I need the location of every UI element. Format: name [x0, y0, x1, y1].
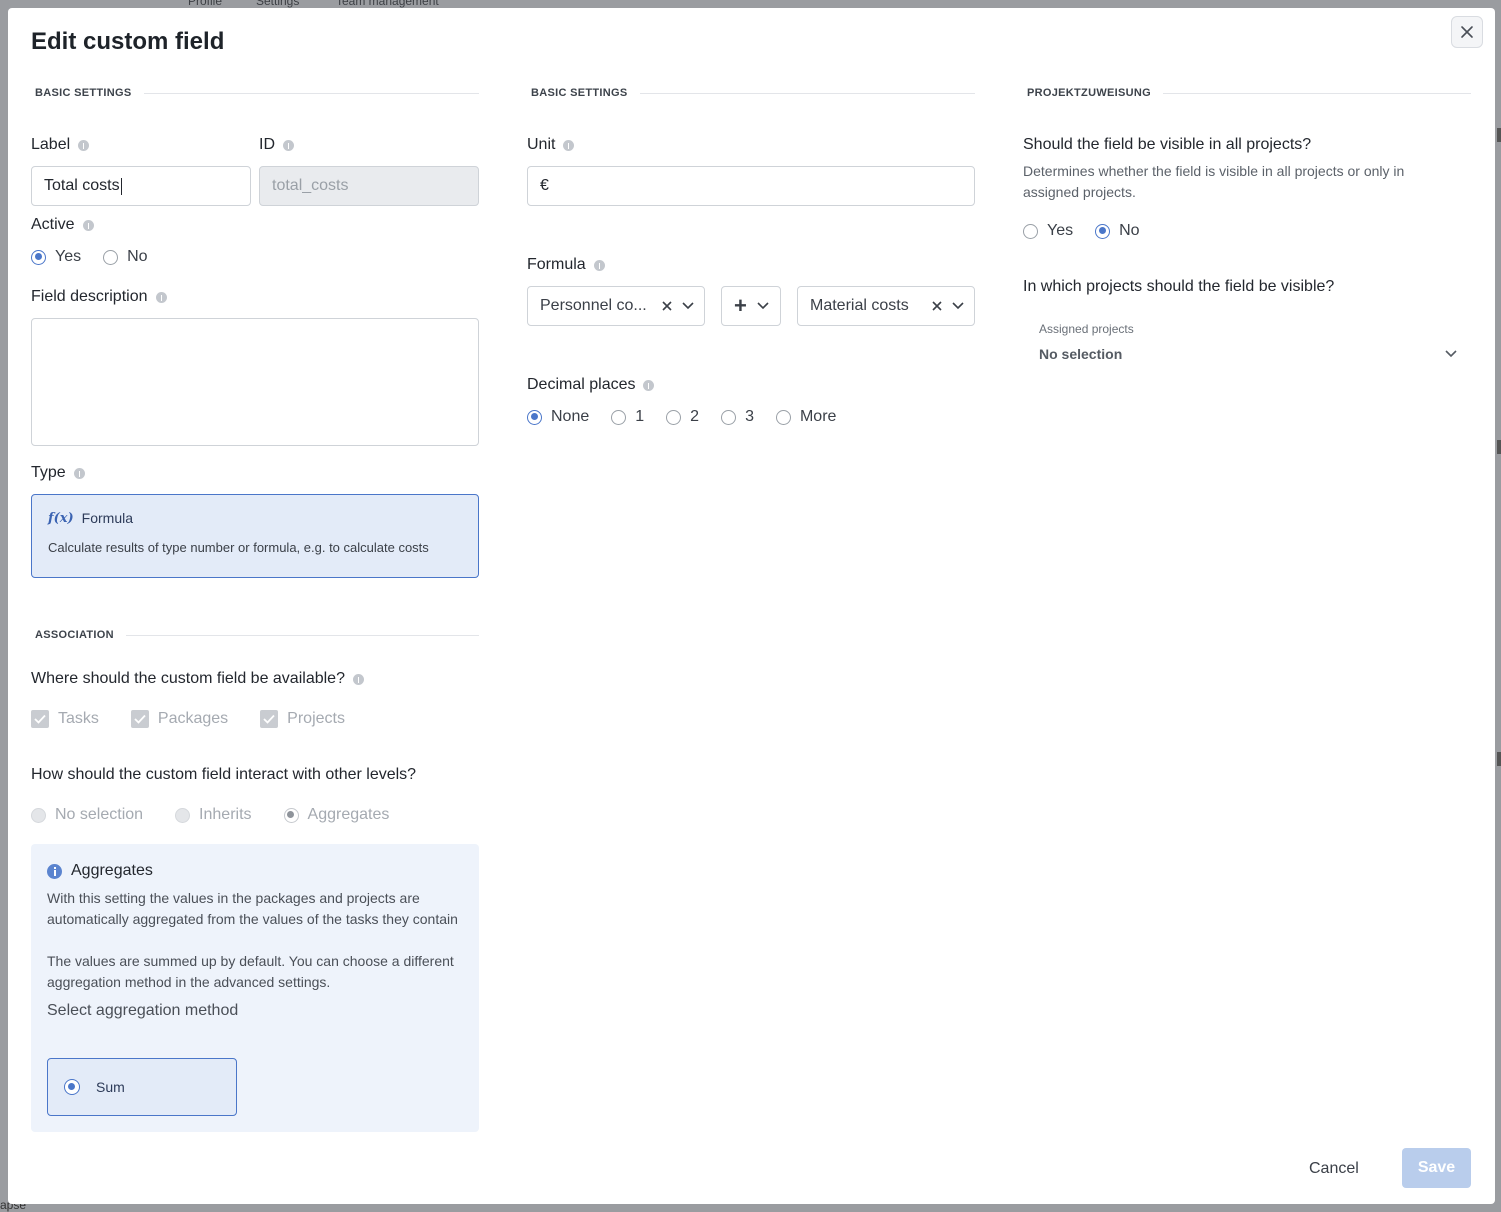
info-icon[interactable] [155, 291, 167, 303]
field-description-textarea[interactable] [31, 318, 479, 446]
sum-method-option[interactable]: Sum [47, 1058, 237, 1116]
aggregates-radio: Aggregates [283, 806, 389, 824]
label-input[interactable]: Total costs [31, 166, 251, 206]
type-card-title: Formula [81, 510, 134, 526]
edit-custom-field-modal: Edit custom field BASIC SETTINGS Label I… [8, 8, 1495, 1204]
close-button[interactable] [1451, 16, 1483, 48]
info-icon[interactable] [73, 467, 85, 479]
projects-checkbox: Projects [260, 710, 345, 728]
info-icon[interactable] [643, 379, 655, 391]
assigned-projects-label: Assigned projects [1039, 322, 1134, 336]
info-icon[interactable] [352, 673, 364, 685]
project-assignment-column: PROJEKTZUWEISUNG Should the field be vis… [1023, 86, 1471, 362]
formula-icon: f(x) [48, 510, 74, 526]
aggregates-info-box: Aggregates With this setting the values … [31, 844, 479, 1132]
aggregates-title: Aggregates [71, 862, 153, 879]
basic-settings-left-column: BASIC SETTINGS Label ID Total costs tota… [31, 86, 479, 1132]
id-field-label: ID [259, 136, 294, 154]
type-formula-card[interactable]: f(x) Formula Calculate results of type n… [31, 494, 479, 578]
assigned-projects-select[interactable]: No selection [1039, 346, 1457, 362]
decimal-3-radio[interactable]: 3 [721, 408, 754, 426]
decimal-2-radio[interactable]: 2 [666, 408, 699, 426]
decimal-none-radio[interactable]: None [527, 408, 589, 426]
label-field-label: Label [31, 136, 90, 154]
id-input: total_costs [259, 166, 479, 206]
text-cursor [120, 177, 122, 195]
formula-operator-select[interactable]: + [721, 286, 781, 326]
active-yes-radio[interactable]: Yes [31, 248, 81, 266]
formula-operand-2-select[interactable]: Material costs [797, 286, 975, 326]
tasks-checkbox: Tasks [31, 710, 99, 728]
chevron-down-icon [1445, 350, 1457, 358]
unit-input[interactable]: € [527, 166, 975, 206]
chevron-down-icon [952, 302, 964, 310]
interaction-label: How should the custom field interact wit… [31, 766, 417, 783]
visible-yes-radio[interactable]: Yes [1023, 222, 1073, 240]
decimal-more-radio[interactable]: More [775, 408, 836, 426]
type-label: Type [31, 464, 85, 482]
section-header-project-assignment: PROJEKTZUWEISUNG [1023, 86, 1471, 100]
save-button[interactable]: Save [1402, 1148, 1471, 1188]
info-icon[interactable] [78, 139, 90, 151]
decimal-1-radio[interactable]: 1 [611, 408, 644, 426]
background-tab: Settings [256, 0, 300, 8]
active-no-radio[interactable]: No [103, 248, 148, 266]
clear-icon[interactable] [932, 301, 942, 311]
plus-icon: + [734, 293, 747, 318]
background-tabs: Profile Settings Team management [180, 0, 580, 8]
clear-icon[interactable] [662, 301, 672, 311]
background-tab: Team management [336, 0, 439, 8]
interaction-radio-group: No selection Inherits Aggregates [31, 806, 411, 824]
check-icon [134, 714, 146, 724]
info-icon [47, 863, 62, 879]
decimal-places-radio-group: None 1 2 3 More [527, 408, 858, 426]
background-tab: Profile [188, 0, 223, 8]
inherits-radio: Inherits [175, 806, 252, 824]
aggregation-method-label: Select aggregation method [47, 1002, 239, 1019]
cancel-button[interactable]: Cancel [1309, 1160, 1359, 1178]
chevron-down-icon [757, 302, 769, 310]
which-projects-label: In which projects should the field be vi… [1023, 278, 1335, 295]
chevron-down-icon [682, 302, 694, 310]
visible-no-radio[interactable]: No [1095, 222, 1140, 240]
decimal-places-label: Decimal places [527, 376, 655, 394]
check-icon [34, 714, 46, 724]
info-icon[interactable] [563, 139, 575, 151]
modal-title: Edit custom field [31, 28, 225, 55]
availability-label: Where should the custom field be availab… [31, 670, 364, 688]
section-header-basic-settings: BASIC SETTINGS [527, 86, 975, 100]
section-header-basic-settings: BASIC SETTINGS [31, 86, 479, 100]
no-selection-radio: No selection [31, 806, 143, 824]
packages-checkbox: Packages [130, 710, 228, 728]
visible-all-label: Should the field be visible in all proje… [1023, 136, 1312, 153]
formula-label: Formula [527, 256, 605, 274]
active-label: Active [31, 216, 94, 234]
active-radio-group: Yes No [31, 248, 170, 266]
aggregates-text-1: With this setting the values in the pack… [47, 890, 458, 927]
visible-all-help: Determines whether the field is visible … [1023, 163, 1405, 200]
formula-operand-1-select[interactable]: Personnel co... [527, 286, 705, 326]
field-description-label: Field description [31, 288, 167, 306]
info-icon[interactable] [593, 259, 605, 271]
check-icon [263, 714, 275, 724]
type-card-description: Calculate results of type number or form… [48, 540, 429, 555]
sum-radio [64, 1079, 80, 1095]
info-icon[interactable] [283, 139, 294, 151]
info-icon[interactable] [82, 219, 94, 231]
availability-checkboxes: Tasks Packages Projects [31, 710, 377, 728]
visible-all-radio-group: Yes No [1023, 222, 1162, 240]
aggregates-text-2: The values are summed up by default. You… [47, 953, 454, 990]
close-icon [1461, 26, 1473, 38]
unit-label: Unit [527, 136, 575, 154]
basic-settings-mid-column: BASIC SETTINGS Unit € Formula Personnel … [527, 86, 975, 425]
section-header-association: ASSOCIATION [31, 628, 479, 642]
